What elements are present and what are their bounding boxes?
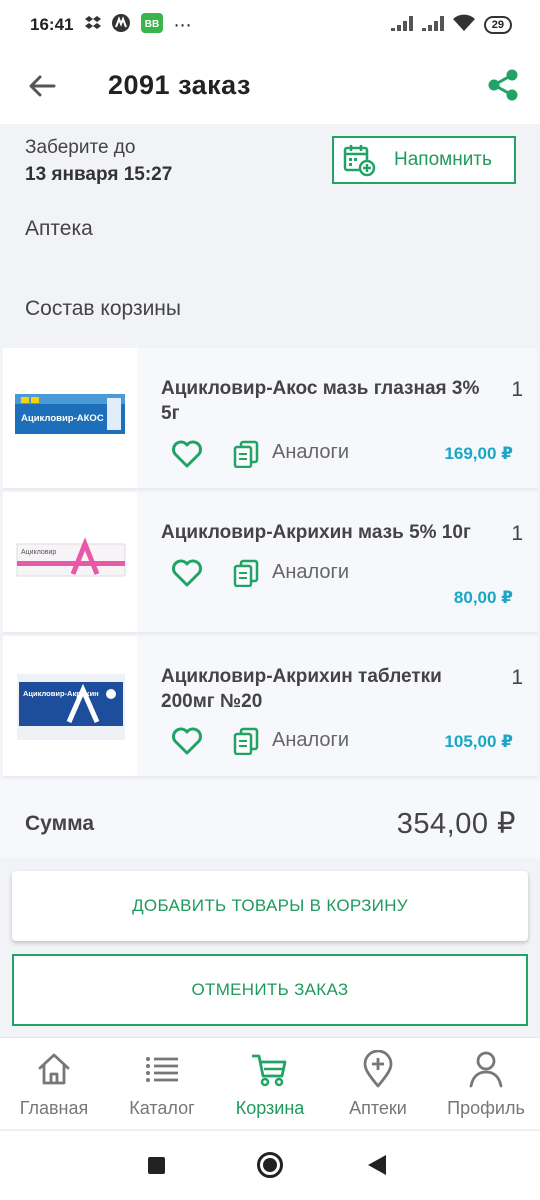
svg-text:Ацикловир: Ацикловир [21, 549, 56, 556]
product-name[interactable]: Ацикловир-Акос мазь глазная 3% 5г [161, 376, 491, 426]
product-image: Ацикловир [3, 492, 137, 632]
bottom-tab-bar: Главная Каталог Корзина Аптеки Профиль [0, 1037, 540, 1129]
product-image: Ацикловир-АКОС [3, 348, 137, 488]
arrow-left-icon[interactable] [26, 70, 58, 102]
calendar-add-icon [343, 145, 376, 177]
summary-total: 354,00 ₽ [396, 808, 516, 840]
signal-icon-2 [421, 15, 444, 36]
tab-label: Профиль [447, 1098, 525, 1118]
analogs-link[interactable]: Аналоги [272, 561, 349, 584]
dropbox-icon [85, 15, 102, 36]
tab-home[interactable]: Главная [0, 1038, 108, 1130]
product-quantity: 1 [511, 378, 523, 401]
recents-icon[interactable] [148, 1157, 165, 1174]
cart-item[interactable]: Ацикловир-Акрихин Ацикловир-Акрихин табл… [3, 636, 537, 778]
remind-button[interactable]: Напомнить [332, 136, 516, 184]
cart-item[interactable]: Ацикловир-АКОС Ацикловир-Акос мазь глазн… [3, 348, 537, 490]
user-icon [469, 1051, 503, 1088]
home-icon [38, 1053, 70, 1085]
cart-icon [252, 1054, 287, 1087]
product-price: 105,00 ₽ [444, 732, 513, 751]
tab-label: Главная [19, 1098, 89, 1118]
analogs-icon[interactable] [233, 727, 259, 755]
svg-text:Ацикловир-АКОС: Ацикловир-АКОС [21, 413, 104, 424]
summary-label: Сумма [25, 812, 95, 835]
analogs-link[interactable]: Аналоги [272, 729, 349, 752]
cancel-order-button[interactable]: ОТМЕНИТЬ ЗАКАЗ [12, 954, 528, 1026]
order-summary: Сумма 354,00 ₽ [0, 780, 540, 858]
vpn-badge-icon: BB [141, 12, 164, 38]
pharmacy-label: Аптека [25, 217, 93, 240]
svg-text:BB: BB [145, 19, 159, 30]
pickup-deadline-date: 13 января 15:27 [25, 164, 173, 185]
list-icon [146, 1057, 178, 1082]
cart-item[interactable]: Ацикловир Ацикловир-Акрихин мазь 5% 10г … [3, 492, 537, 634]
share-icon[interactable] [486, 68, 520, 102]
wifi-icon [452, 14, 475, 36]
tab-catalog[interactable]: Каталог [108, 1038, 216, 1130]
product-name[interactable]: Ацикловир-Акрихин таблетки 200мг №20 [161, 664, 491, 714]
analogs-icon[interactable] [233, 559, 259, 587]
svg-text:Ацикловир-Акрихин: Ацикловир-Акрихин [23, 689, 99, 698]
heart-icon[interactable] [171, 439, 203, 469]
back-nav-icon[interactable] [368, 1155, 386, 1175]
status-bar: 16:41 BB ⋯ 29 [0, 0, 540, 50]
more-dots-icon: ⋯ [173, 14, 193, 35]
product-image: Ацикловир-Акрихин [3, 636, 137, 776]
tab-label: Корзина [235, 1098, 305, 1118]
signal-icon [390, 15, 413, 36]
page-title: 2091 заказ [108, 70, 251, 100]
battery-indicator: 29 [483, 16, 512, 34]
tab-pharmacies[interactable]: Аптеки [324, 1038, 432, 1130]
tab-cart[interactable]: Корзина [216, 1038, 324, 1130]
remind-button-label: Напомнить [394, 149, 492, 170]
map-pin-plus-icon [363, 1050, 393, 1088]
product-quantity: 1 [511, 522, 523, 545]
tab-profile[interactable]: Профиль [432, 1038, 540, 1130]
heart-icon[interactable] [171, 558, 203, 588]
home-nav-icon[interactable] [257, 1152, 283, 1178]
tab-label: Каталог [129, 1098, 195, 1118]
product-price: 80,00 ₽ [453, 588, 513, 607]
pickup-deadline-label: Заберите до [25, 137, 136, 158]
product-price: 169,00 ₽ [444, 444, 513, 463]
tab-label: Аптеки [349, 1098, 407, 1118]
cart-section-title: Состав корзины [25, 297, 181, 320]
analogs-link[interactable]: Аналоги [272, 441, 349, 464]
add-items-button[interactable]: ДОБАВИТЬ ТОВАРЫ В КОРЗИНУ [12, 871, 528, 941]
heart-icon[interactable] [171, 726, 203, 756]
system-nav-bar [0, 1130, 540, 1200]
status-time: 16:41 [30, 15, 74, 34]
app-header: 2091 заказ [0, 50, 540, 124]
app-logo-icon [111, 13, 131, 38]
product-name[interactable]: Ацикловир-Акрихин мазь 5% 10г [161, 520, 491, 545]
product-quantity: 1 [511, 666, 523, 689]
analogs-icon[interactable] [233, 440, 259, 468]
